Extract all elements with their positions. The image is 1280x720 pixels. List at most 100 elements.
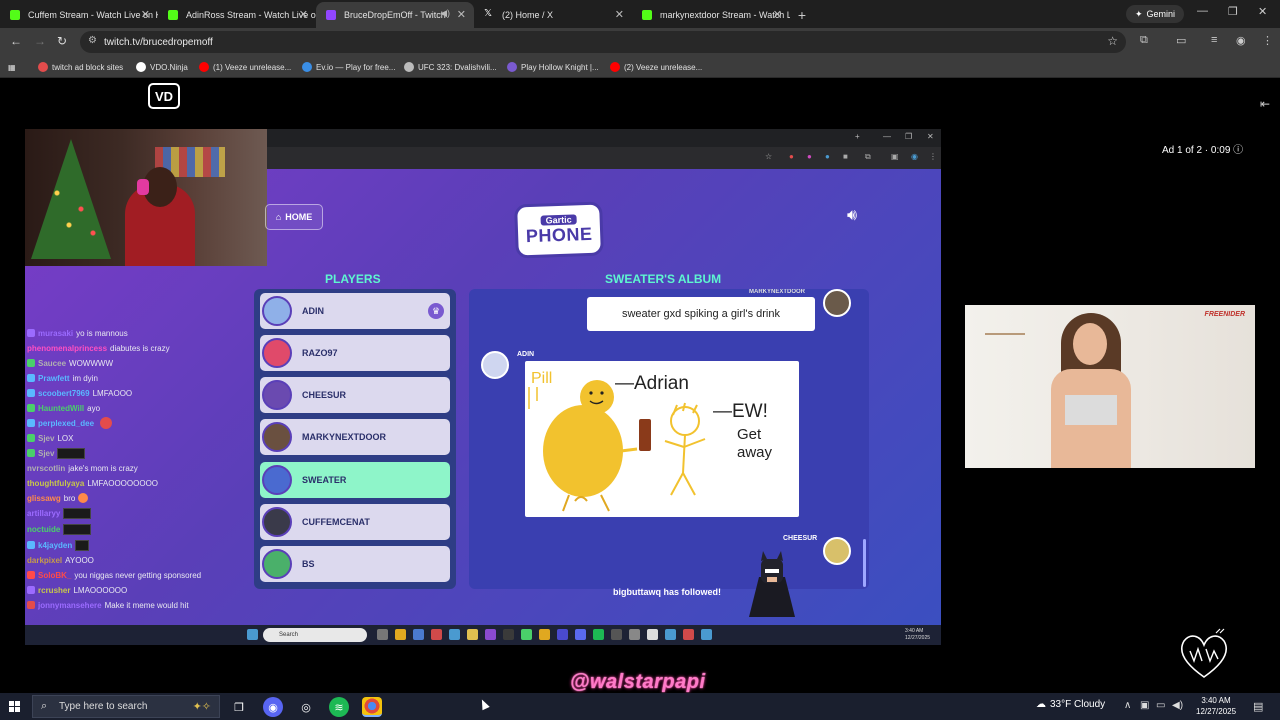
taskbar-search[interactable]: ⌕ Type here to search ✦✧ <box>32 695 220 718</box>
chat-text: yo is mannous <box>76 328 128 338</box>
task-icon <box>611 629 622 640</box>
cast-icon[interactable]: ▭ <box>1176 34 1186 47</box>
address-text: twitch.tv/brucedropemoff <box>104 36 213 48</box>
task-icon <box>539 629 550 640</box>
volume-icon[interactable]: ◀) <box>1172 700 1183 711</box>
extension-icon: ⧉ <box>865 152 871 161</box>
kick-icon <box>642 10 652 20</box>
reload-icon[interactable]: ↻ <box>57 34 67 48</box>
close-icon: ✕ <box>927 132 934 141</box>
home-button[interactable]: ⌂ HOME <box>265 204 323 230</box>
close-tab-icon[interactable]: ✕ <box>615 8 624 21</box>
collapse-chat-icon[interactable]: ⇤ <box>1260 97 1270 111</box>
gemini-button[interactable]: ✦ Gemini <box>1125 5 1184 23</box>
watermark: @walstarpapi <box>570 671 706 693</box>
bookmark-evio[interactable]: Ev.io — Play for free... <box>302 60 395 74</box>
chat-message: SoloBK_ you niggas never getting sponsore… <box>27 569 201 581</box>
site-info-icon[interactable]: ⚙ <box>88 35 97 46</box>
discord-icon[interactable]: ◉ <box>263 697 283 717</box>
stream-search: Search <box>263 628 367 642</box>
close-tab-icon[interactable]: ✕ <box>299 8 308 21</box>
taskbar-search-placeholder: Type here to search <box>59 701 148 712</box>
chat-text: AYOOO <box>65 555 94 565</box>
bookmark-hollow-knight[interactable]: Play Hollow Knight |... <box>507 60 599 74</box>
tab-markynextdoor[interactable]: markynextdoor Stream - Watch Live on Kic… <box>632 2 790 28</box>
chrome-icon[interactable] <box>362 697 382 717</box>
chat-username: scoobert7969 <box>38 388 90 398</box>
avatar <box>823 289 851 317</box>
tab-twitch[interactable]: BruceDropEmOff - Twitch ◀) ✕ <box>316 2 474 28</box>
chevron-up-icon[interactable]: ∧ <box>1124 700 1131 711</box>
drawing-text-get: Get <box>737 426 762 443</box>
chat-text: ayo <box>87 403 101 413</box>
menu-icon[interactable]: ⋮ <box>1262 34 1273 47</box>
back-icon[interactable]: ← <box>10 34 22 48</box>
new-tab-button[interactable]: + <box>790 2 814 28</box>
profile-icon[interactable]: ◉ <box>1236 34 1246 47</box>
bookmark-twitch-ad-block[interactable]: twitch ad block sites <box>38 60 123 74</box>
chat-username: jonnymansehere <box>38 600 102 610</box>
notifications-icon[interactable]: ▤ <box>1253 700 1263 713</box>
tray-app-icon[interactable]: ▣ <box>1140 700 1149 711</box>
batman-alert-icon <box>749 551 795 617</box>
player-row: CHEESUR <box>260 377 450 413</box>
close-tab-icon[interactable]: ✕ <box>773 8 782 21</box>
spotify-icon[interactable]: ≋ <box>329 697 349 717</box>
forward-icon[interactable]: → <box>34 34 46 48</box>
close-tab-icon[interactable]: ✕ <box>141 8 150 21</box>
obs-icon[interactable]: ◎ <box>296 697 316 717</box>
stream-clock: 3:40 AM 12/27/2025 <box>905 628 930 642</box>
bookmark-veeze-2[interactable]: (2) Veeze unrelease... <box>610 60 702 74</box>
windows-icon <box>247 629 258 640</box>
chat-message: phenomenalprincess diabutes is crazy <box>27 342 170 354</box>
youtube-icon <box>610 62 620 72</box>
start-icon[interactable] <box>9 701 20 712</box>
chat-message: Saucee WOWWWW <box>27 357 113 369</box>
stream-video[interactable]: + — ❐ ✕ ☆ ● ● ● ■ ⧉ ▣ ◉ ⋮ ⌂ HOME Gartic … <box>25 129 941 645</box>
bookmark-star-icon[interactable]: ☆ <box>1107 34 1118 48</box>
windows-taskbar: ⌕ Type here to search ✦✧ ❐ ◉ ◎ ≋ ☁ 33°F … <box>0 693 1280 720</box>
webcam-overlay <box>25 129 267 266</box>
tab-strip: Cuffem Stream - Watch Live on Kick ✕ Adi… <box>0 0 1280 28</box>
address-bar[interactable]: ⚙ twitch.tv/brucedropemoff ☆ <box>80 31 1126 53</box>
ad-video[interactable]: FREENIDER <box>965 305 1255 468</box>
minimize-icon: — <box>883 132 891 141</box>
drawing-legs <box>562 494 610 512</box>
bookmark-ufc[interactable]: UFC 323: Dvalishvili... <box>404 60 497 74</box>
restore-icon[interactable]: ❐ <box>1228 5 1238 18</box>
minimize-icon[interactable]: — <box>1197 5 1208 17</box>
chat-username: darkpixel <box>27 555 63 565</box>
player-name: CHEESUR <box>302 390 347 400</box>
bookmark-veeze-1[interactable]: (1) Veeze unrelease... <box>199 60 291 74</box>
kick-icon <box>10 10 20 20</box>
extensions-icon[interactable]: ⧉ <box>1140 34 1148 47</box>
network-icon[interactable]: ▭ <box>1156 700 1165 711</box>
media-icon[interactable]: ≡ <box>1211 34 1217 46</box>
tab-adinross[interactable]: AdinRoss Stream - Watch Live on Kick ✕ <box>158 2 316 28</box>
volume-icon[interactable]: 🔊︎ <box>847 207 857 225</box>
task-view-icon[interactable]: ❐ <box>229 697 249 717</box>
speaker-icon[interactable]: ◀) <box>440 8 450 19</box>
close-window-icon[interactable]: ✕ <box>1258 5 1267 18</box>
album-scrollbar[interactable] <box>863 539 866 587</box>
chat-message: scoobert7969 LMFAOOO <box>27 387 132 399</box>
tab-x[interactable]: 𝕏 (2) Home / X ✕ <box>474 2 632 28</box>
tab-cuffem[interactable]: Cuffem Stream - Watch Live on Kick ✕ <box>0 2 158 28</box>
apps-icon[interactable]: ▦ <box>8 60 16 74</box>
chat-username: artillaryy <box>27 508 61 518</box>
clock[interactable]: 3:40 AM 12/27/2025 <box>1196 695 1236 717</box>
task-icon <box>395 629 406 640</box>
chat-username: Prawfett <box>38 373 70 383</box>
bookmark-vdo-ninja[interactable]: VDO.Ninja <box>136 60 188 74</box>
avatar <box>481 351 509 379</box>
weather-widget[interactable]: ☁ 33°F Cloudy <box>1036 699 1105 710</box>
chat-message: Prawfett im dyin <box>27 372 98 384</box>
chat-message: thoughtfulyaya LMFAOOOOOOOO <box>27 477 158 489</box>
chat-username: phenomenalprincess <box>27 343 108 353</box>
chat-message: Sjev LOX <box>27 432 73 444</box>
close-tab-icon[interactable]: ✕ <box>457 8 466 21</box>
next-author: CHEESUR <box>783 535 818 542</box>
drawing-drink <box>639 419 651 451</box>
restore-icon: ❐ <box>905 132 913 141</box>
bookmark-label: (1) Veeze unrelease... <box>213 62 292 72</box>
